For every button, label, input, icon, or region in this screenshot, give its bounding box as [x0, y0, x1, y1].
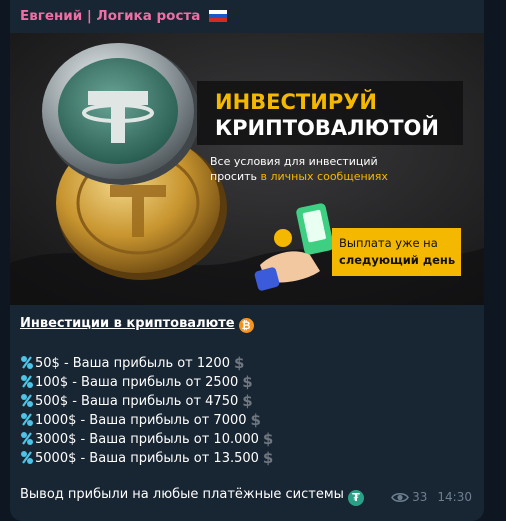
views-count: 33 [412, 490, 428, 504]
banner-payout-1: Выплата уже на [339, 236, 438, 250]
banner-headline-2: КРИПТОВАЛЮТОЙ [215, 115, 439, 140]
rate-text: 5000$ - Ваша прибыль от 13.500 [35, 451, 259, 466]
promo-banner-image[interactable]: ИНВЕСТИРУЙ КРИПТОВАЛЮТОЙ Все условия для… [10, 33, 484, 305]
rates-list: 50$ - Ваша прибыль от 1200 $ 100$ - Ваша … [20, 354, 480, 468]
footer-text: Вывод прибыли на любые платёжные системы [20, 487, 344, 502]
rate-row: 100$ - Ваша прибыль от 2500 $ [20, 373, 480, 392]
heavy-dollar-sign-icon: $ [233, 354, 245, 372]
percent-icon [21, 394, 33, 407]
banner-conditions-2: просить в личных сообщениях [210, 170, 388, 183]
tether-icon: ₮ [347, 490, 364, 506]
heavy-dollar-sign-icon: $ [250, 411, 261, 429]
bitcoin-icon: ₿ [238, 318, 254, 333]
banner-headline-1: ИНВЕСТИРУЙ [215, 89, 377, 114]
rate-row: 3000$ - Ваша прибыль от 10.000 $ [20, 430, 480, 449]
banner-conditions-1: Все условия для инвестиций [210, 155, 378, 168]
heavy-dollar-sign-icon: $ [262, 449, 274, 467]
sender-name-text: Евгений | Логика роста [20, 8, 201, 24]
rate-text: 500$ - Ваша прибыль от 4750 [35, 394, 239, 409]
post-title: Инвестиции в криптовалюте ₿ [20, 314, 480, 334]
message-meta: 33 14:30 [391, 490, 472, 504]
eye-icon [391, 492, 410, 503]
post-title-text: Инвестиции в криптовалюте [20, 316, 235, 331]
heavy-dollar-sign-icon: $ [262, 430, 274, 448]
rate-row: 500$ - Ваша прибыль от 4750 $ [20, 392, 480, 411]
rate-row: 50$ - Ваша прибыль от 1200 $ [20, 354, 480, 373]
percent-icon [21, 413, 33, 426]
percent-icon [21, 432, 33, 445]
percent-icon [21, 375, 33, 388]
message-bubble[interactable]: Евгений | Логика роста ИНВЕСТИРУЙ КРИПТО… [10, 0, 484, 521]
sender-name[interactable]: Евгений | Логика роста [20, 8, 228, 24]
russia-flag-icon [209, 10, 228, 22]
message-time: 14:30 [437, 490, 472, 504]
footer-line: Вывод прибыли на любые платёжные системы… [20, 487, 364, 506]
heavy-dollar-sign-icon: $ [242, 373, 253, 391]
rate-row: 1000$ - Ваша прибыль от 7000 $ [20, 411, 480, 430]
percent-icon [21, 451, 33, 464]
heavy-dollar-sign-icon: $ [242, 392, 253, 410]
rate-text: 50$ - Ваша прибыль от 1200 [35, 356, 230, 371]
rate-row: 5000$ - Ваша прибыль от 13.500 $ [20, 449, 480, 468]
rate-text: 3000$ - Ваша прибыль от 10.000 [35, 432, 259, 447]
rate-text: 1000$ - Ваша прибыль от 7000 [35, 413, 247, 428]
rate-text: 100$ - Ваша прибыль от 2500 [35, 375, 239, 390]
banner-payout-2: следующий день [339, 253, 455, 267]
percent-icon [21, 356, 33, 369]
message-text: Инвестиции в криптовалюте ₿ 50$ - Ваша пр… [20, 314, 480, 468]
